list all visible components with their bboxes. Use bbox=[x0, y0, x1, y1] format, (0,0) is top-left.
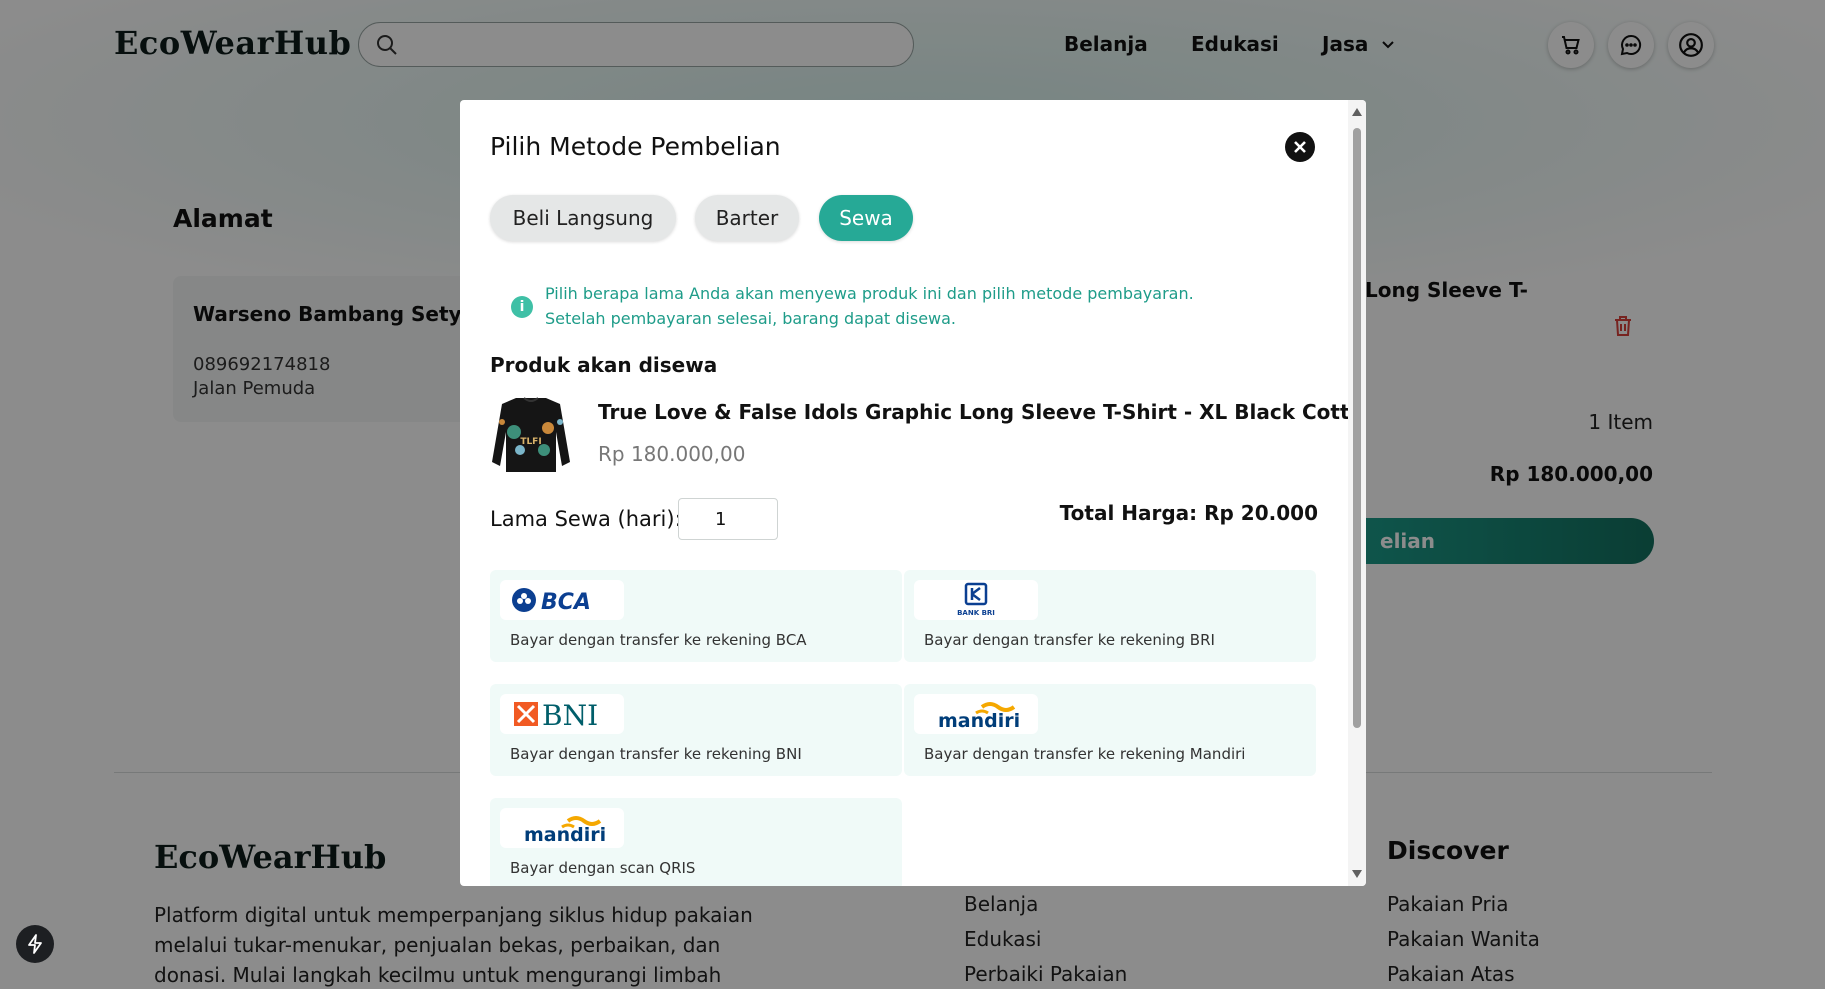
modal-scrollbar[interactable] bbox=[1348, 100, 1366, 886]
tab-beli-langsung[interactable]: Beli Langsung bbox=[490, 195, 676, 241]
mandiri-logo-text: mandiri bbox=[938, 710, 1020, 731]
payment-desc-bri: Bayar dengan transfer ke rekening BRI bbox=[924, 631, 1215, 649]
bca-logo-text: BCA bbox=[541, 590, 591, 615]
bolt-icon bbox=[28, 934, 42, 954]
bca-logo: BCA bbox=[500, 580, 624, 620]
info-message: Pilih berapa lama Anda akan menyewa prod… bbox=[545, 281, 1245, 331]
product-heading: Produk akan disewa bbox=[490, 353, 718, 377]
payment-desc-qris: Bayar dengan scan QRIS bbox=[510, 859, 696, 877]
modal-title: Pilih Metode Pembelian bbox=[490, 132, 781, 161]
bni-logo: BNI bbox=[500, 694, 624, 734]
scroll-up-arrow-icon[interactable] bbox=[1351, 106, 1363, 118]
product-name: True Love & False Idols Graphic Long Sle… bbox=[598, 400, 1366, 424]
dev-tools-button[interactable] bbox=[16, 925, 54, 963]
close-button[interactable] bbox=[1285, 132, 1315, 162]
product-print-text: TLFI bbox=[520, 437, 541, 447]
mandiri-logo: mandiri bbox=[914, 694, 1038, 734]
close-icon bbox=[1294, 141, 1306, 153]
payment-option-bri[interactable]: BANK BRI Bayar dengan transfer ke rekeni… bbox=[904, 570, 1316, 662]
payment-option-bca[interactable]: BCA Bayar dengan transfer ke rekening BC… bbox=[490, 570, 902, 662]
mandiri-qris-logo: mandiri bbox=[500, 808, 624, 848]
bri-logo: BANK BRI bbox=[914, 580, 1038, 620]
payment-desc-bca: Bayar dengan transfer ke rekening BCA bbox=[510, 631, 807, 649]
scroll-down-arrow-icon[interactable] bbox=[1351, 868, 1363, 880]
payment-option-qris[interactable]: mandiri Bayar dengan scan QRIS bbox=[490, 798, 902, 886]
payment-desc-mandiri: Bayar dengan transfer ke rekening Mandir… bbox=[924, 745, 1246, 763]
tab-sewa[interactable]: Sewa bbox=[819, 195, 913, 241]
payment-desc-bni: Bayar dengan transfer ke rekening BNI bbox=[510, 745, 802, 763]
purchase-method-modal: Pilih Metode Pembelian Beli Langsung Bar… bbox=[460, 100, 1366, 886]
product-price: Rp 180.000,00 bbox=[598, 442, 746, 466]
payment-option-mandiri[interactable]: mandiri Bayar dengan transfer ke rekenin… bbox=[904, 684, 1316, 776]
rent-duration-input[interactable] bbox=[678, 498, 778, 540]
product-image: TLFI bbox=[492, 397, 570, 472]
mandiri-qris-logo-text: mandiri bbox=[524, 824, 606, 845]
total-price: Total Harga: Rp 20.000 bbox=[1059, 501, 1318, 525]
bri-logo-text: BANK BRI bbox=[957, 609, 995, 617]
info-icon: i bbox=[511, 296, 533, 318]
payment-option-bni[interactable]: BNI Bayar dengan transfer ke rekening BN… bbox=[490, 684, 902, 776]
info-line-2: Setelah pembayaran selesai, barang dapat… bbox=[545, 309, 957, 328]
scrollbar-thumb[interactable] bbox=[1353, 128, 1361, 728]
bni-logo-text: BNI bbox=[542, 699, 598, 730]
rent-duration-label: Lama Sewa (hari): bbox=[490, 507, 682, 531]
tab-barter[interactable]: Barter bbox=[695, 195, 799, 241]
info-line-1: Pilih berapa lama Anda akan menyewa prod… bbox=[545, 284, 1194, 303]
